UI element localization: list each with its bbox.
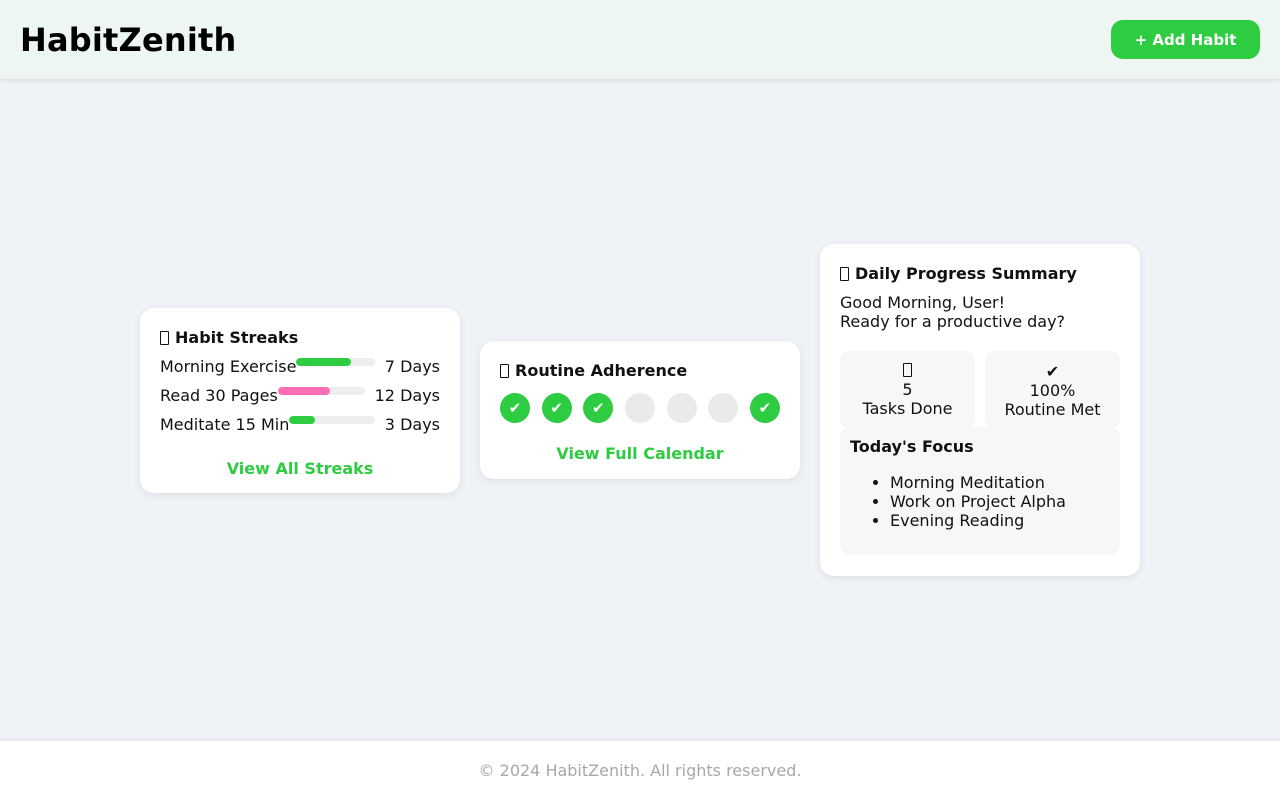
greeting-text: Good Morning, User! Ready for a producti…: [840, 293, 1120, 331]
streak-progress-fill: [296, 357, 352, 366]
streak-row: Read 30 Pages 12 Days: [160, 381, 440, 410]
day-dot-complete[interactable]: ✔: [583, 393, 614, 423]
view-all-streaks-link[interactable]: View All Streaks: [160, 459, 440, 478]
greeting-line-1: Good Morning, User!: [840, 293, 1006, 312]
focus-item: Work on Project Alpha: [890, 492, 1110, 511]
tasks-done-stat: 5 Tasks Done: [840, 351, 975, 429]
summary-title-text: Daily Progress Summary: [855, 264, 1077, 283]
streak-list: Morning Exercise 7 Days Read 30 Pages 12…: [160, 352, 440, 439]
habit-streaks-title-text: Habit Streaks: [175, 328, 299, 347]
calendar-icon: [500, 363, 509, 378]
streak-progress-bar: [296, 357, 375, 366]
routine-adherence-title-text: Routine Adherence: [515, 361, 688, 380]
page-footer: © 2024 HabitZenith. All rights reserved.: [0, 741, 1280, 800]
routine-met-stat: ✔ 100% Routine Met: [985, 351, 1120, 429]
streak-days: 3 Days: [384, 415, 440, 434]
adherence-day-dots: ✔ ✔ ✔ ✔: [500, 393, 780, 423]
greeting-line-2: Ready for a productive day?: [840, 312, 1066, 331]
tasks-done-label: Tasks Done: [862, 398, 953, 418]
summary-stats: 5 Tasks Done ✔ 100% Routine Met: [840, 351, 1120, 429]
brand-title: HabitZenith: [20, 20, 237, 59]
tasks-done-value: 5: [902, 379, 913, 399]
summary-title: Daily Progress Summary: [840, 264, 1120, 283]
streak-row: Morning Exercise 7 Days: [160, 352, 440, 381]
daily-progress-summary-card: Daily Progress Summary Good Morning, Use…: [820, 244, 1140, 576]
streak-name: Read 30 Pages: [160, 386, 278, 405]
todays-focus-title: Today's Focus: [850, 437, 974, 456]
view-full-calendar-link[interactable]: View Full Calendar: [500, 444, 780, 463]
day-dot-incomplete[interactable]: [666, 393, 697, 423]
day-dot-incomplete[interactable]: [708, 393, 739, 423]
day-dot-complete[interactable]: ✔: [749, 393, 780, 423]
habit-streaks-title: Habit Streaks: [160, 328, 440, 347]
day-dot-incomplete[interactable]: [624, 393, 655, 423]
routine-met-value: 100%: [1029, 380, 1076, 400]
routine-adherence-card: Routine Adherence ✔ ✔ ✔ ✔ View Full Calenda…: [480, 341, 800, 479]
habit-streaks-card: Habit Streaks Morning Exercise 7 Days Re…: [140, 308, 460, 493]
copyright-text: © 2024 HabitZenith. All rights reserved.: [478, 761, 802, 780]
streak-days: 12 Days: [374, 386, 440, 405]
streak-name: Morning Exercise: [160, 357, 297, 376]
chart-icon: [840, 266, 849, 281]
streak-progress-bar: [289, 415, 375, 424]
streak-name: Meditate 15 Min: [160, 415, 290, 434]
add-habit-button[interactable]: + Add Habit: [1111, 20, 1260, 59]
check-icon: ✔: [1045, 361, 1060, 381]
todays-focus-panel: Today's Focus Morning Meditation Work on…: [840, 427, 1120, 555]
routine-adherence-title: Routine Adherence: [500, 361, 780, 380]
routine-met-label: Routine Met: [1004, 399, 1101, 419]
day-dot-complete[interactable]: ✔: [541, 393, 572, 423]
focus-item: Morning Meditation: [890, 473, 1110, 492]
trophy-icon: [903, 362, 912, 377]
streak-progress-fill: [277, 386, 330, 395]
streak-progress-bar: [277, 386, 365, 395]
focus-list: Morning Meditation Work on Project Alpha…: [850, 473, 1110, 530]
streak-days: 7 Days: [384, 357, 440, 376]
day-dot-complete[interactable]: ✔: [500, 393, 530, 423]
app-header: HabitZenith + Add Habit: [0, 0, 1280, 79]
fire-icon: [160, 330, 169, 345]
focus-item: Evening Reading: [890, 511, 1110, 530]
streak-progress-fill: [289, 415, 315, 424]
streak-row: Meditate 15 Min 3 Days: [160, 410, 440, 439]
